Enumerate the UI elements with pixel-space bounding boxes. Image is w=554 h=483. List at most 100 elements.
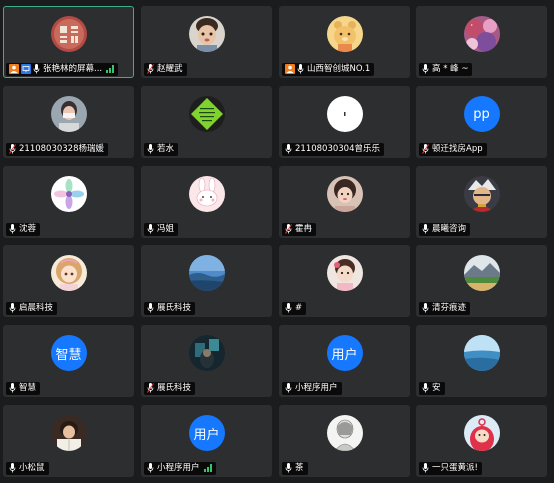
mic-muted-icon[interactable]: [147, 383, 154, 393]
mic-icon[interactable]: [285, 303, 292, 313]
participant-name: 展氏科技: [157, 302, 192, 313]
name-label: 茶: [282, 461, 308, 475]
participant-tile[interactable]: 一只蛋黄派!: [416, 405, 547, 477]
signal-icon: [203, 464, 212, 472]
participant-tile[interactable]: 小松鼠: [3, 405, 134, 477]
participant-tile[interactable]: 展氏科技: [141, 325, 272, 397]
mic-icon[interactable]: [422, 303, 429, 313]
mic-muted-icon[interactable]: [147, 64, 154, 74]
participant-tile[interactable]: 21108030328杨瑞媛: [3, 86, 134, 158]
mic-icon[interactable]: [285, 383, 292, 393]
name-label: 晨曦咨询: [419, 222, 471, 236]
mic-icon[interactable]: [422, 224, 429, 234]
participant-name: 赵耀武: [157, 63, 183, 74]
name-bar: 小程序用户: [142, 460, 271, 476]
name-label: 21108030328杨瑞媛: [6, 142, 108, 156]
participant-tile[interactable]: 启晨科技: [3, 245, 134, 317]
participant-tile[interactable]: 智慧 智慧: [3, 325, 134, 397]
name-bar: 21108030328杨瑞媛: [4, 141, 133, 157]
sky-photo-icon: [188, 255, 225, 291]
participant-name: 21108030328杨瑞媛: [19, 143, 104, 154]
mic-muted-icon[interactable]: [9, 144, 16, 154]
name-bar: 晨曦咨询: [417, 221, 546, 237]
mic-icon[interactable]: [9, 383, 16, 393]
participant-tile[interactable]: pp 顿迁找房App: [416, 86, 547, 158]
participant-grid: 张艳林的屏幕... 赵耀武 山西智创城NO.1 高 * 峰 ~ 21108030328杨…: [0, 0, 554, 483]
name-bar: 启晨科技: [4, 300, 133, 316]
landscape-icon: [463, 255, 500, 291]
reader-photo-icon: [50, 415, 87, 451]
green-diamond-icon: [188, 96, 225, 132]
mic-muted-icon[interactable]: [285, 224, 292, 234]
mic-icon[interactable]: [9, 303, 16, 313]
name-label: 高 * 峰 ~: [419, 62, 473, 76]
cartoon-bear-icon: [326, 16, 363, 52]
mic-icon[interactable]: [285, 144, 292, 154]
participant-name: 晨曦咨询: [432, 223, 467, 234]
pink-photo-icon: [463, 16, 500, 52]
girl-photo-icon: [326, 176, 363, 212]
participant-tile[interactable]: 21108030304曾乐乐: [279, 86, 410, 158]
signal-icon: [106, 65, 115, 73]
mic-icon[interactable]: [297, 64, 304, 74]
mic-icon[interactable]: [147, 224, 154, 234]
participant-tile[interactable]: 展氏科技: [141, 245, 272, 317]
participant-tile[interactable]: 高 * 峰 ~: [416, 6, 547, 78]
seal-icon: [50, 16, 87, 52]
screen-share-icon: [21, 64, 31, 74]
participant-tile[interactable]: 沈蓉: [3, 166, 134, 238]
mic-icon[interactable]: [422, 64, 429, 74]
mic-icon[interactable]: [147, 303, 154, 313]
anime-girl-icon: [50, 255, 87, 291]
name-bar: 冯姐: [142, 221, 271, 237]
avatar-text: pp: [463, 96, 500, 132]
participant-tile[interactable]: 赵耀武: [141, 6, 272, 78]
participant-tile[interactable]: 张艳林的屏幕...: [3, 6, 134, 78]
name-label: 安: [419, 381, 445, 395]
participant-name: 山西智创城NO.1: [307, 63, 371, 74]
mic-icon[interactable]: [147, 144, 154, 154]
participant-tile[interactable]: 晨曦咨询: [416, 166, 547, 238]
participant-tile[interactable]: 若水: [141, 86, 272, 158]
name-label: 小程序用户: [282, 381, 342, 395]
mic-icon[interactable]: [9, 463, 16, 473]
name-label: 霍冉: [282, 222, 317, 236]
mic-icon[interactable]: [285, 463, 292, 473]
mic-icon[interactable]: [147, 463, 154, 473]
name-label: 展氏科技: [144, 301, 196, 315]
participant-tile[interactable]: 霍冉: [279, 166, 410, 238]
name-bar: 顿迁找房App: [417, 141, 546, 157]
name-bar: 高 * 峰 ~: [417, 61, 546, 77]
anime-icon: [463, 176, 500, 212]
name-bar: 茶: [280, 460, 409, 476]
name-bar: 一只蛋黄派!: [417, 460, 546, 476]
participant-tile[interactable]: 用户 小程序用户: [279, 325, 410, 397]
name-label: 张艳林的屏幕...: [6, 62, 119, 76]
participant-name: 小程序用户: [157, 462, 200, 473]
participant-name: 小程序用户: [295, 382, 338, 393]
name-bar: 霍冉: [280, 221, 409, 237]
name-label: 赵耀武: [144, 62, 187, 76]
mic-muted-icon[interactable]: [422, 144, 429, 154]
mic-icon[interactable]: [33, 64, 40, 74]
participant-tile[interactable]: 清芬痕迹: [416, 245, 547, 317]
participant-tile[interactable]: 安: [416, 325, 547, 397]
mic-icon[interactable]: [422, 383, 429, 393]
name-label: 沈蓉: [6, 222, 41, 236]
participant-tile[interactable]: 冯姐: [141, 166, 272, 238]
dark-photo-icon: [188, 335, 225, 371]
name-label: 小松鼠: [6, 461, 49, 475]
name-bar: 若水: [142, 141, 271, 157]
name-bar: 21108030304曾乐乐: [280, 141, 409, 157]
participant-name: 启晨科技: [19, 302, 54, 313]
name-bar: 山西智创城NO.1: [280, 61, 409, 77]
participant-tile[interactable]: #: [279, 245, 410, 317]
participant-tile[interactable]: 山西智创城NO.1: [279, 6, 410, 78]
mic-icon[interactable]: [9, 224, 16, 234]
bunny-icon: [188, 176, 225, 212]
participant-tile[interactable]: 用户 小程序用户: [141, 405, 272, 477]
name-label: 21108030304曾乐乐: [282, 142, 384, 156]
participant-tile[interactable]: 茶: [279, 405, 410, 477]
participant-name: 张艳林的屏幕...: [43, 63, 103, 74]
mic-icon[interactable]: [422, 463, 429, 473]
